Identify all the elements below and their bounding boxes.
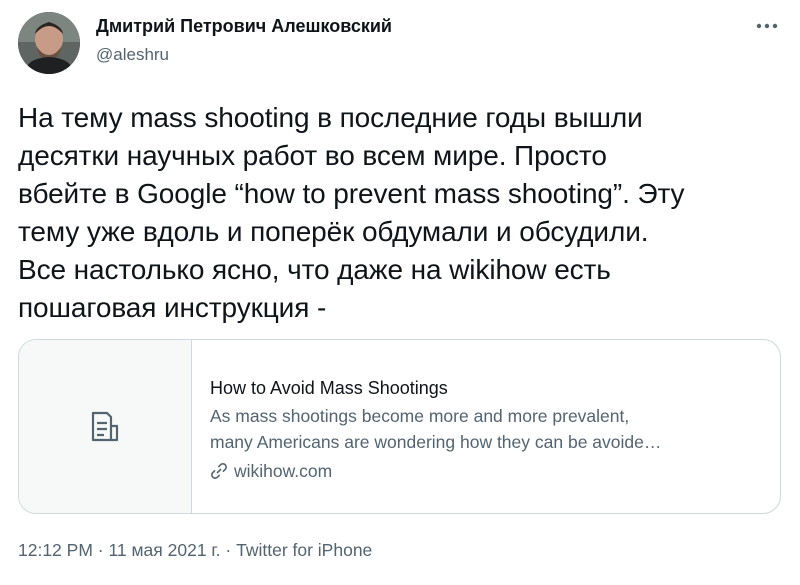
link-card[interactable]: How to Avoid Mass Shootings As mass shoo… — [18, 339, 781, 514]
link-card-domain-text: wikihow.com — [234, 461, 333, 481]
tweet-meta: 12:12 PM · 11 мая 2021 г. · Twitter for … — [18, 540, 372, 561]
author-handle[interactable]: @aleshru — [96, 45, 169, 65]
tweet-date[interactable]: 11 мая 2021 г. — [108, 540, 220, 560]
tweet-time[interactable]: 12:12 PM — [18, 540, 93, 560]
avatar[interactable] — [18, 12, 80, 74]
link-card-thumbnail — [19, 340, 192, 513]
tweet-source[interactable]: Twitter for iPhone — [236, 540, 372, 560]
link-card-title: How to Avoid Mass Shootings — [210, 378, 448, 398]
link-card-body: How to Avoid Mass Shootings As mass shoo… — [192, 340, 780, 513]
more-horizontal-icon[interactable] — [756, 22, 778, 30]
meta-separator: · — [97, 540, 104, 560]
meta-separator: · — [225, 540, 232, 560]
link-card-domain: wikihow.com — [210, 459, 780, 483]
user-avatar-icon — [18, 12, 80, 74]
link-icon — [211, 463, 227, 479]
document-icon — [91, 411, 119, 441]
link-card-description: As mass shootings become more and more p… — [210, 406, 662, 452]
tweet-text: На тему mass shooting в последние годы в… — [18, 102, 685, 323]
author-display-name[interactable]: Дмитрий Петрович Алешковский — [96, 16, 392, 37]
